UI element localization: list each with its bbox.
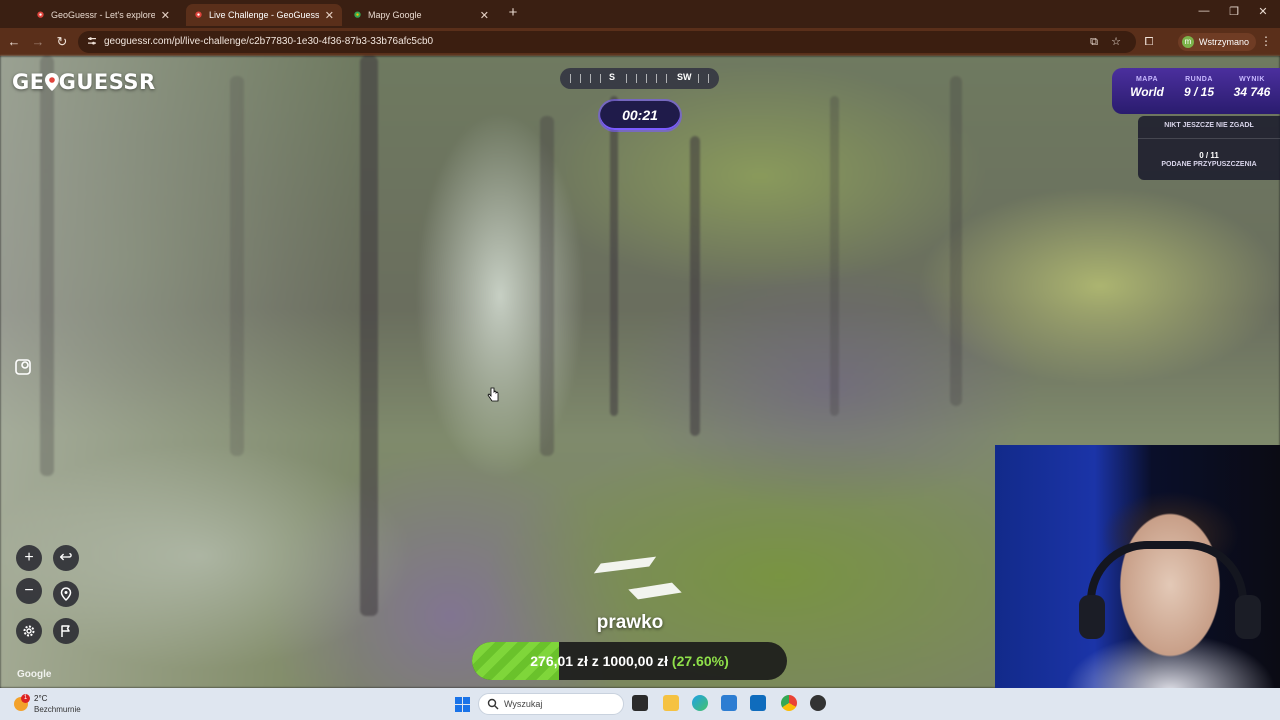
- microsoft-store-icon[interactable]: [721, 695, 737, 711]
- flag-icon: [61, 625, 70, 637]
- close-tab-icon[interactable]: ✕: [480, 9, 489, 22]
- settings-button[interactable]: [16, 618, 42, 644]
- windows-start-icon[interactable]: [455, 697, 470, 712]
- forward-arrow-icon[interactable]: →: [30, 34, 46, 50]
- taskbar-search[interactable]: Wyszukaj: [478, 693, 624, 715]
- donation-percent: (27.60%): [671, 653, 729, 669]
- logo-pin-icon: [44, 73, 59, 91]
- gear-icon: [23, 625, 35, 637]
- back-arrow-icon[interactable]: ←: [6, 34, 22, 50]
- maximize-icon[interactable]: ❐: [1224, 5, 1244, 18]
- geoguessr-pin-icon: [195, 10, 202, 18]
- search-placeholder: Wyszukaj: [504, 699, 543, 709]
- google-maps-icon: [354, 10, 361, 18]
- close-window-icon[interactable]: ✕: [1253, 5, 1273, 18]
- donation-progress-bar: 276,01 zł z 1000,00 zł (27.60%): [472, 642, 787, 680]
- guesses-panel: NIKT JESZCZE NIE ZGADŁ 0 / 11 PODANE PRZ…: [1138, 116, 1280, 180]
- weather-temperature: 2°C: [34, 694, 48, 703]
- hand-cursor-icon: [487, 387, 499, 402]
- donation-progress-text: 276,01 zł z 1000,00 zł (27.60%): [472, 642, 787, 680]
- tab-title: Mapy Google: [368, 10, 422, 20]
- round-stat: RUNDA 9 / 15: [1176, 76, 1222, 99]
- address-bar[interactable]: geoguessr.com/pl/live-challenge/c2b77830…: [78, 31, 1136, 53]
- tab-google-maps[interactable]: Mapy Google ✕: [345, 4, 497, 26]
- task-view-icon[interactable]: [632, 695, 648, 711]
- weather-description: Bezchmurnie: [34, 705, 81, 714]
- location-pin-icon: [60, 587, 72, 602]
- avatar: m: [1182, 36, 1194, 48]
- return-to-start-button[interactable]: [53, 581, 79, 607]
- chrome-icon[interactable]: [781, 695, 797, 711]
- extensions-icon[interactable]: ⧠: [1141, 34, 1157, 50]
- headset: [1087, 541, 1247, 601]
- file-explorer-icon[interactable]: [663, 695, 679, 711]
- guesses-submitted-label: PODANE PRZYPUSZCZENIA: [1161, 161, 1257, 168]
- url-text: geoguessr.com/pl/live-challenge/c2b77830…: [104, 36, 434, 47]
- compass-direction-s: S: [609, 72, 616, 82]
- reload-icon[interactable]: ↻: [54, 34, 70, 50]
- tab-live-challenge[interactable]: Live Challenge - GeoGuessr ✕: [186, 4, 342, 26]
- flag-checkpoint-button[interactable]: [53, 618, 79, 644]
- site-settings-icon[interactable]: [87, 36, 97, 46]
- compass-direction-sw: SW: [677, 72, 692, 82]
- browser-toolbar: ← → ↻ geoguessr.com/pl/live-challenge/c2…: [0, 28, 1280, 56]
- round-timer: 00:21: [600, 101, 680, 130]
- map-name: World: [1130, 85, 1164, 99]
- geoguessr-pin-icon: [37, 10, 44, 18]
- score-value: 34 746: [1233, 85, 1271, 99]
- geoguessr-logo: GE GUESSR: [12, 70, 156, 94]
- browser-tab-bar: GeoGuessr - Let's explore the w ✕ Live C…: [0, 0, 1280, 28]
- score-stat: WYNIK 34 746: [1226, 76, 1278, 99]
- donation-goal-title: prawko: [596, 612, 664, 633]
- search-icon: [487, 698, 499, 710]
- outlook-icon[interactable]: [750, 695, 766, 711]
- undo-move-button[interactable]: ↩: [53, 545, 79, 571]
- round-number: 9 / 15: [1183, 85, 1215, 99]
- map-stat: MAPA World: [1124, 76, 1170, 99]
- profile-button[interactable]: m Wstrzymano: [1178, 33, 1257, 51]
- donation-separator: z: [591, 653, 599, 669]
- google-attribution: Google: [17, 669, 52, 680]
- close-tab-icon[interactable]: ✕: [325, 9, 334, 22]
- zoom-in-button[interactable]: +: [16, 545, 42, 571]
- donation-goal: 1000,00 zł: [602, 653, 669, 669]
- zoom-out-button[interactable]: −: [16, 578, 42, 604]
- cast-icon[interactable]: ⧉: [1087, 35, 1101, 49]
- profile-label: Wstrzymano: [1199, 37, 1250, 47]
- browser-menu-icon[interactable]: ⋮: [1260, 34, 1272, 48]
- notification-badge: 1: [21, 694, 30, 703]
- game-status-panel: MAPA World RUNDA 9 / 15 WYNIK 34 746: [1112, 68, 1280, 114]
- bookmark-star-icon[interactable]: ☆: [1109, 35, 1123, 49]
- nobody-guessed-text: NIKT JESZCZE NIE ZGADŁ: [1164, 122, 1254, 129]
- weather-widget[interactable]: 1 2°C Bezchmurnie: [14, 692, 94, 716]
- new-tab-button[interactable]: +: [505, 5, 521, 21]
- compass: S SW: [560, 68, 719, 89]
- tab-title: Live Challenge - GeoGuessr: [209, 10, 319, 20]
- guess-count: 0 / 11: [1199, 151, 1219, 160]
- tab-geoguessr-home[interactable]: GeoGuessr - Let's explore the w ✕: [28, 4, 178, 26]
- map-toggle-icon[interactable]: [13, 356, 35, 378]
- app-icon[interactable]: [810, 695, 826, 711]
- minimize-icon[interactable]: —: [1194, 5, 1214, 17]
- edge-icon[interactable]: [692, 695, 708, 711]
- streamer-webcam: [995, 445, 1280, 690]
- tab-title: GeoGuessr - Let's explore the w: [51, 10, 155, 20]
- close-tab-icon[interactable]: ✕: [161, 9, 170, 22]
- donation-current: 276,01 zł: [530, 653, 588, 669]
